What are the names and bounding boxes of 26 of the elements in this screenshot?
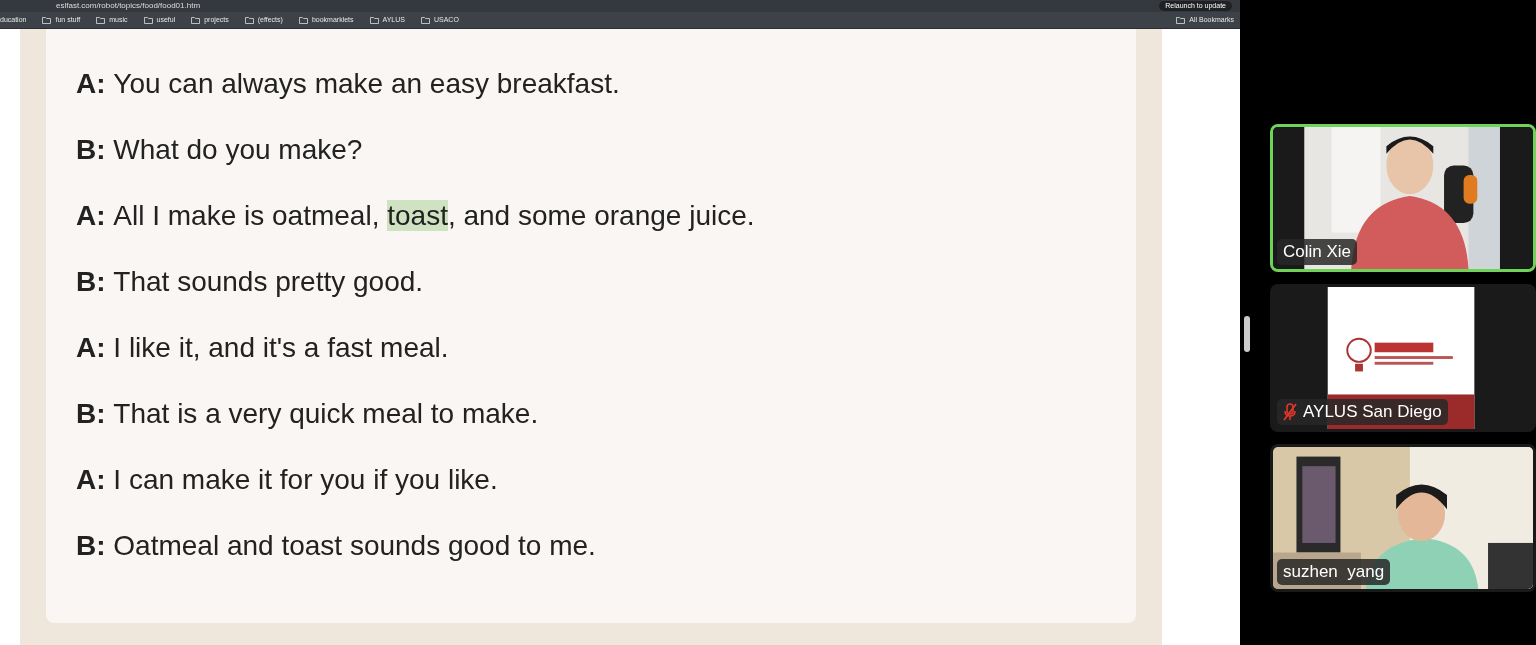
dialogue-line: A: All I make is oatmeal, toast, and some orange juice. — [76, 199, 756, 233]
folder-icon — [143, 16, 153, 24]
video-tile[interactable]: Colin Xie — [1270, 124, 1536, 272]
folder-icon — [191, 16, 201, 24]
dialogue-line: A: I like it, and it's a fast meal. — [76, 331, 450, 365]
participant-name: Colin Xie — [1283, 241, 1352, 263]
dialogue-line: B: That is a very quick meal to make. — [76, 397, 540, 431]
folder-icon — [96, 16, 106, 24]
video-tile[interactable]: suzhen yang — [1270, 444, 1536, 592]
folder-icon — [369, 16, 379, 24]
folder-icon — [42, 16, 52, 24]
muted-mic-icon — [1283, 403, 1297, 421]
folder-icon — [298, 16, 308, 24]
dialogue-line: B: Oatmeal and toast sounds good to me. — [76, 529, 597, 563]
dialogue-line: B: That sounds pretty good. — [76, 265, 425, 299]
address-bar[interactable]: eslfast.com/robot/topics/food/food01.htm — [56, 1, 201, 11]
dialogue-line: A: You can always make an easy breakfast. — [76, 67, 621, 101]
participant-name: AYLUS San Diego — [1303, 401, 1442, 423]
participant-name: suzhen yang — [1283, 561, 1385, 583]
dialogue-line: A: I can make it for you if you like. — [76, 463, 499, 497]
folder-icon — [244, 16, 254, 24]
dialogue-line: B: What do you make? — [76, 133, 364, 167]
folder-icon — [420, 16, 430, 24]
resize-handle[interactable] — [1244, 316, 1250, 352]
video-tile[interactable]: AYLUS San Diego — [1270, 284, 1536, 432]
folder-icon — [1176, 16, 1186, 24]
